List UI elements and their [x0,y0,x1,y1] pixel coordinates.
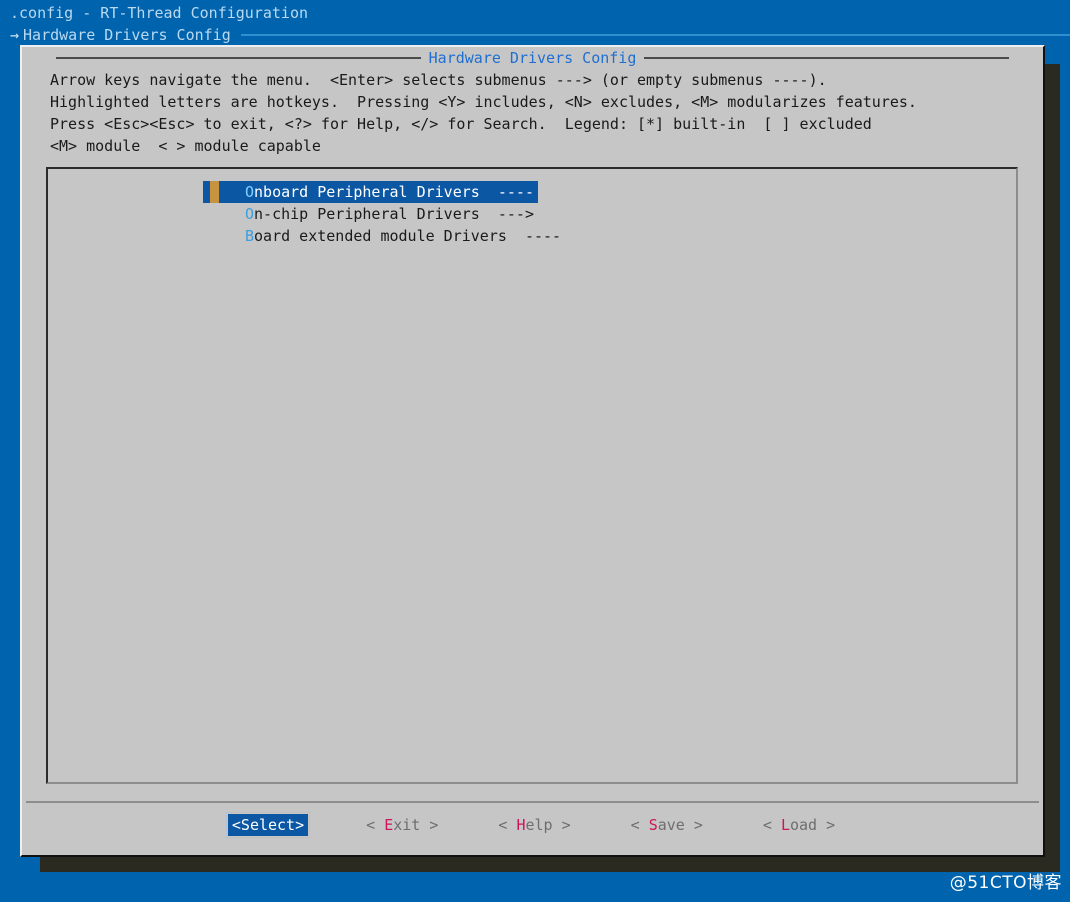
button-suffix: > [817,816,836,834]
menu-item-label: Board extended module Drivers ---- [225,225,565,247]
button-suffix: > [684,816,703,834]
menu-item-submenu-marker: ---- [506,227,562,245]
help-legend-text: Arrow keys navigate the menu. <Enter> se… [50,69,917,157]
dialog-button-exit[interactable]: < Exit > [364,814,440,836]
menu-item-hotkey: O [245,183,255,201]
menu-item-text: nboard Peripheral Drivers [254,183,480,201]
menu-item[interactable]: On-chip Peripheral Drivers ---> [48,203,1016,225]
button-prefix: < [762,816,781,834]
selection-cursor-icon [203,181,225,203]
button-prefix: < [630,816,649,834]
button-label: elect> [249,816,305,834]
button-prefix: < [366,816,385,834]
menu-item[interactable]: Onboard Peripheral Drivers ---- [48,181,1016,203]
title-rule-left [55,57,421,59]
menu-item-hotkey: O [245,205,255,223]
button-hotkey: L [780,816,790,834]
button-hotkey: S [240,816,250,834]
watermark: @51CTO博客 [949,873,1062,893]
dialog-button-help[interactable]: < Help > [496,814,572,836]
dialog-button-select[interactable]: <Select> [225,812,311,838]
menu-list: Onboard Peripheral Drivers ---- On-chip P… [48,181,1016,247]
button-label: xit [393,816,421,834]
menu-item-submenu-marker: ---> [479,205,534,223]
menu-list-box: Onboard Peripheral Drivers ---- On-chip P… [46,167,1018,784]
help-line: Press <Esc><Esc> to exit, <?> for Help, … [50,115,872,133]
backtitle: .config - RT-Thread Configuration [10,4,309,22]
button-hotkey: S [648,816,658,834]
help-line: <M> module < > module capable [50,137,321,155]
dialog-title-bar: Hardware Drivers Config [22,47,1043,69]
button-bar-separator [26,801,1039,803]
button-label: ave [657,816,685,834]
breadcrumb-rule [240,34,1070,36]
dialog-button-save[interactable]: < Save > [629,814,705,836]
button-hotkey: E [384,816,394,834]
menuconfig-dialog: Hardware Drivers Config Arrow keys navig… [20,45,1045,857]
breadcrumb-arrow-icon: → [10,26,20,44]
menu-item[interactable]: Board extended module Drivers ---- [48,225,1016,247]
button-prefix: < [231,816,241,834]
menu-item-hotkey: B [245,227,255,245]
button-label: oad [789,816,818,834]
menu-item-label: Onboard Peripheral Drivers ---- [225,181,538,203]
menu-item-text: n-chip Peripheral Drivers [254,205,480,223]
dialog-button-bar: <Select> < Exit > < Help > < Save > < Load > [22,809,1043,841]
dialog-button-load[interactable]: < Load > [761,814,837,836]
button-suffix: > [420,816,439,834]
title-rule-right [644,57,1010,59]
breadcrumb: → Hardware Drivers Config [10,24,1070,46]
dialog-title: Hardware Drivers Config [428,49,637,67]
button-label: elp [525,816,553,834]
button-prefix: < [498,816,517,834]
help-line: Highlighted letters are hotkeys. Pressin… [50,93,917,111]
breadcrumb-label: Hardware Drivers Config [23,26,231,44]
menu-item-submenu-marker: ---- [479,183,534,201]
menu-item-label: On-chip Peripheral Drivers ---> [225,203,538,225]
help-line: Arrow keys navigate the menu. <Enter> se… [50,71,827,89]
button-suffix: > [552,816,571,834]
menu-item-text: oard extended module Drivers [254,227,507,245]
